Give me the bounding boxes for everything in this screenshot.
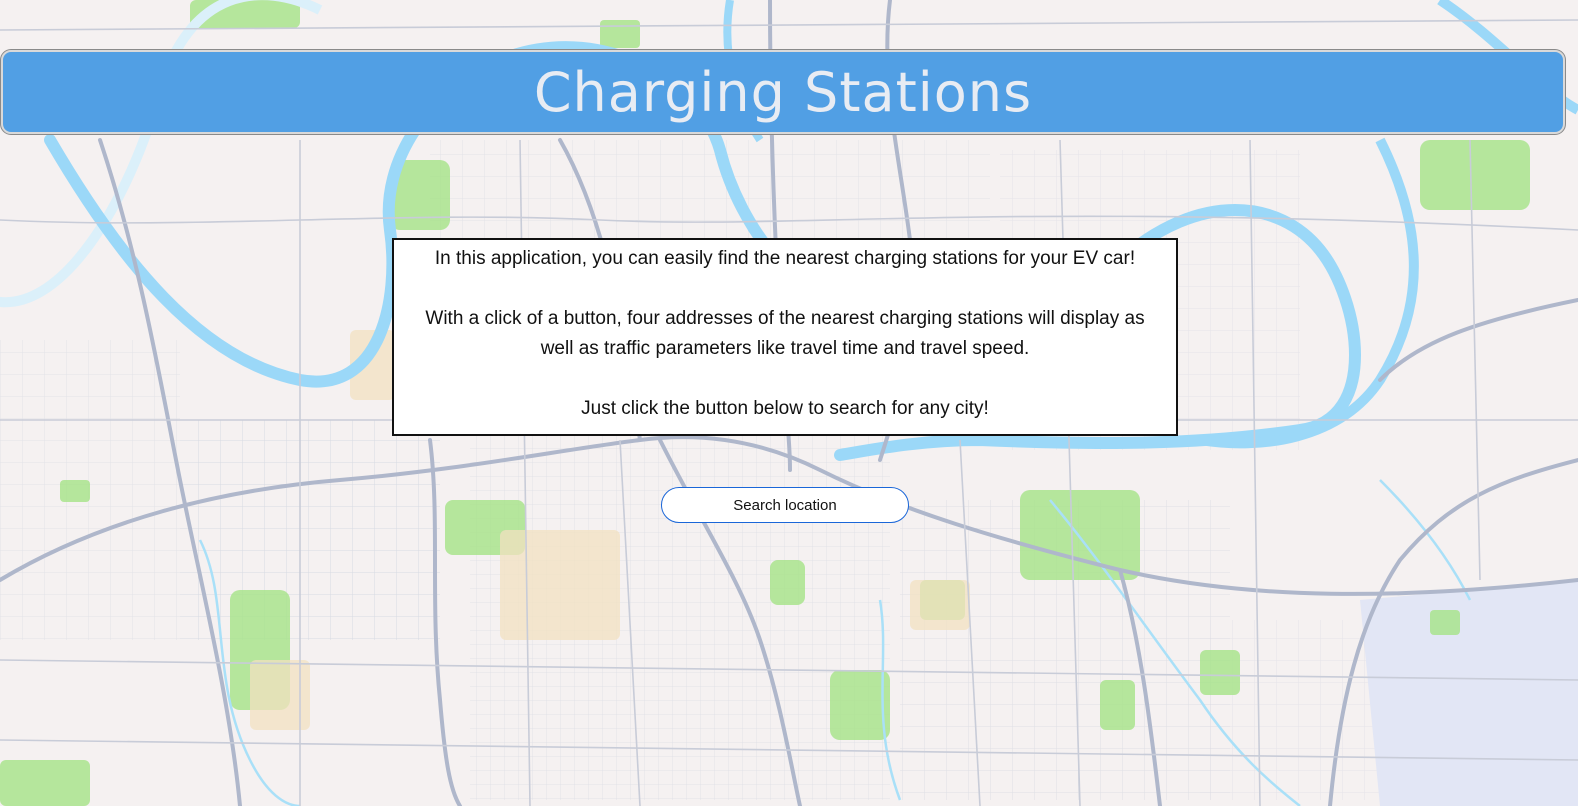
intro-line-2: With a click of a button, four addresses… xyxy=(425,308,1145,359)
intro-line-1: In this application, you can easily find… xyxy=(434,248,1136,269)
page-title: Charging Stations xyxy=(533,60,1033,124)
title-banner: Charging Stations xyxy=(1,50,1565,134)
intro-line-3: Just click the button below to search fo… xyxy=(581,398,989,419)
intro-box: In this application, you can easily find… xyxy=(392,238,1178,436)
search-location-button[interactable]: Search location xyxy=(661,487,909,523)
